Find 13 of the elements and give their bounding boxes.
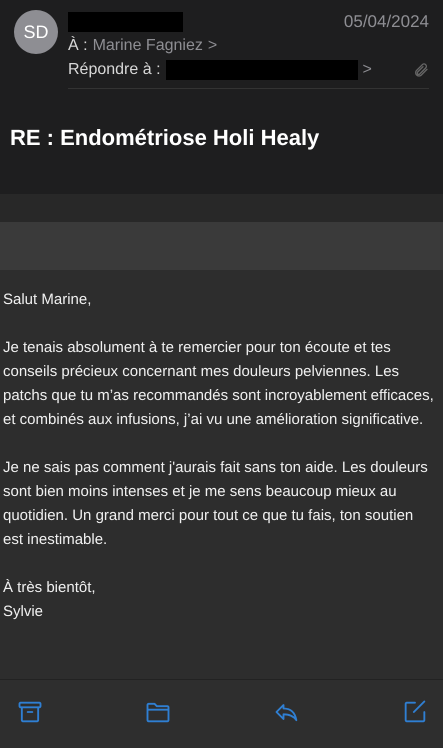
email-subject: RE : Endométriose Holi Healy: [9, 124, 320, 151]
recipient-link[interactable]: Marine Fagniez: [92, 37, 203, 55]
email-date: 05/04/2024: [344, 12, 429, 32]
avatar: SD: [14, 10, 58, 54]
reply-to-label: Répondre à :: [68, 61, 161, 79]
body-paragraph: Je tenais absolument à te remercier pour ton écoute et tes conseils précieux concernant mes douleurs pelviennes. Les patchs que tu m’as recommandés sont incroyablement efficaces, et combinés aux infusions, j’ai vu une amélioration significative.: [3, 338, 435, 430]
body-paragraph: Je ne sais pas comment j'aurais fait sans ton aide. Les douleurs sont bien moins intenses et je me sens beaucoup mieux au quotidien. Un grand merci pour tout ce que tu fais, ton soutien est inestimable.: [3, 458, 429, 550]
to-label: À :: [68, 37, 88, 55]
body-paragraph: À très bientôt, Sylvie: [3, 578, 97, 622]
body-paragraph: Salut Marine,: [3, 290, 92, 310]
paperclip-icon: [413, 62, 429, 78]
chevron: >: [208, 37, 218, 55]
chevron: >: [362, 61, 372, 79]
